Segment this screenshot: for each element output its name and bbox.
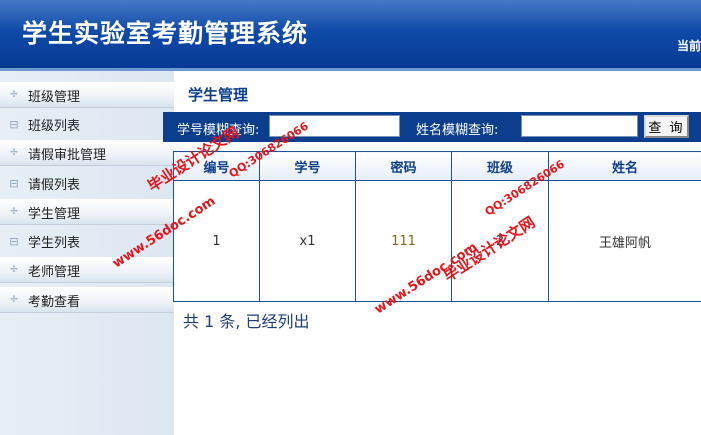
watermark-url: www.56doc.com <box>110 194 218 272</box>
watermark-qq: QQ:306826066 <box>227 119 312 180</box>
watermark-qq: QQ:306826066 <box>483 157 568 218</box>
watermark-site-name: 毕业设计论文网 <box>144 123 242 195</box>
watermark-site-name: 毕业设计论文网 <box>440 213 538 285</box>
watermark-url: www.56doc.com <box>372 240 480 318</box>
watermark-overlay: 毕业设计论文网 QQ:306826066 www.56doc.com www.5… <box>110 119 568 318</box>
